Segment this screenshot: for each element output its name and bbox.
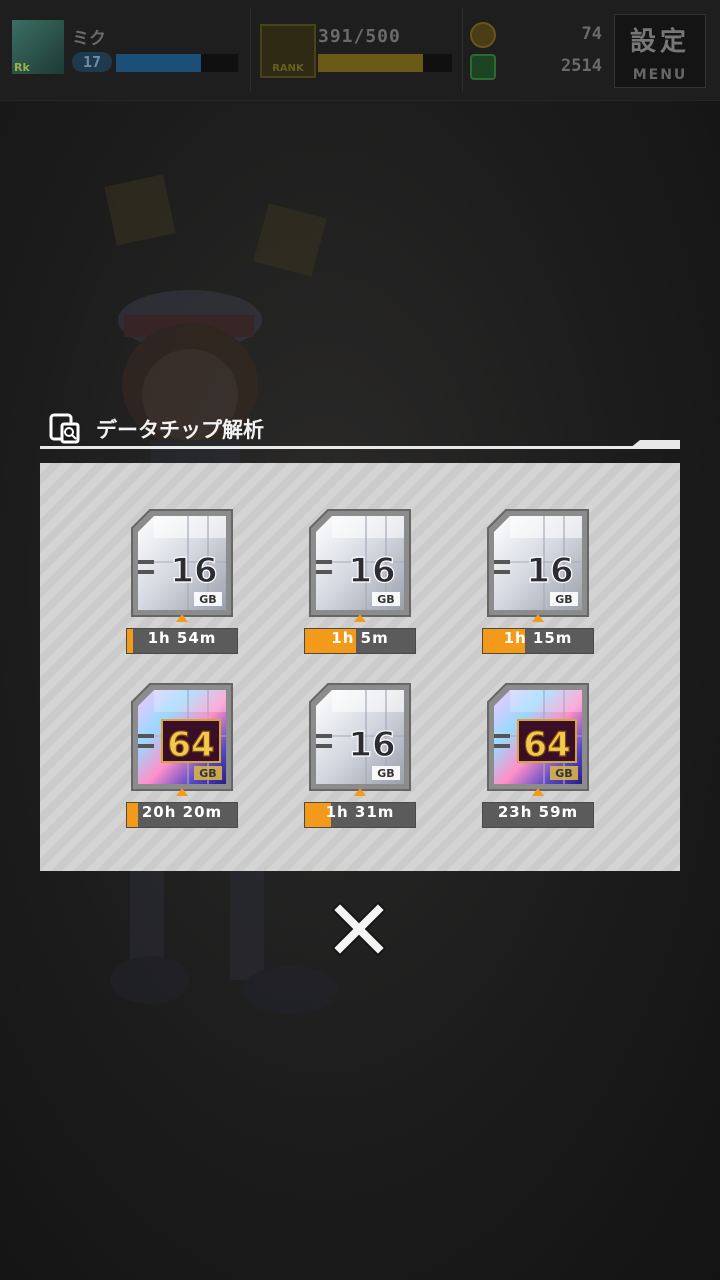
player-name: ミク [72,29,106,49]
chip-slot[interactable]: 16 GB 1h 5m [304,508,416,654]
svg-text:16: 16 [170,551,217,591]
timer-label: 1h 15m [503,629,573,647]
timer-bar: 1h 5m [304,628,416,654]
divider [250,8,251,92]
data-chip-16gb-icon: 16 GB [309,683,411,796]
timer-label: 1h 5m [331,629,389,647]
coin-count: 74 [581,24,602,44]
xp-bar-fill [116,54,202,72]
chip-slot[interactable]: 64 GB 20h 20m [126,682,238,828]
timer-bar: 1h 15m [482,628,594,654]
menu-kanji: 設定 [629,27,690,57]
dialog-title: データチップ解析 [96,418,264,442]
svg-text:GB: GB [377,767,394,780]
close-icon[interactable] [330,900,388,958]
avatar-tag: Rk [14,61,30,74]
coin-icon [470,22,496,48]
timer-label: 1h 54m [147,629,217,647]
data-chip-16gb-icon: 16 GB [131,509,233,622]
svg-text:64: 64 [523,725,570,765]
player-avatar[interactable]: Rk [12,20,64,74]
divider [462,8,463,92]
top-status-bar: Rk ミク 17 RANK 391/500 74 2514 設定 MENU [0,0,720,101]
timer-label: 1h 31m [325,803,395,821]
menu-label: MENU [632,67,688,83]
stamina-value: 391/500 [318,26,401,47]
timer-bar: 1h 31m [304,802,416,828]
stamina-bar-fill [318,54,423,72]
rank-icon: RANK [260,24,316,78]
svg-text:GB: GB [377,593,394,606]
xp-bar [116,54,238,72]
data-chip-64gb-icon: 64 GB [131,683,233,796]
timer-bar: 20h 20m [126,802,238,828]
chip-slot[interactable]: 16 GB 1h 15m [482,508,594,654]
gem-icon [470,54,496,80]
menu-button[interactable]: 設定 MENU [614,14,706,88]
svg-text:GB: GB [199,593,216,606]
chip-slot[interactable]: 16 GB 1h 54m [126,508,238,654]
chip-slot[interactable]: 16 GB 1h 31m [304,682,416,828]
svg-text:GB: GB [199,767,216,780]
chip-analysis-icon [49,413,80,444]
stamina-bar [318,54,452,72]
chip-panel: 16 GB 1h 54m 16 GB 1h 5m 16 GB 1h 15m 64… [40,463,680,871]
svg-text:16: 16 [348,725,395,765]
chip-slot[interactable]: 64 GB 23h 59m [482,682,594,828]
level-badge: 17 [72,52,112,72]
data-chip-16gb-icon: 16 GB [309,509,411,622]
svg-text:64: 64 [167,725,214,765]
svg-text:16: 16 [348,551,395,591]
svg-text:GB: GB [555,767,572,780]
svg-text:GB: GB [555,593,572,606]
data-chip-64gb-icon: 64 GB [487,683,589,796]
timer-bar: 1h 54m [126,628,238,654]
rank-label: RANK [272,63,304,74]
timer-label: 23h 59m [497,803,579,821]
timer-label: 20h 20m [141,803,223,821]
data-chip-16gb-icon: 16 GB [487,509,589,622]
title-underline [40,446,680,449]
gem-count: 2514 [561,56,602,76]
timer-bar: 23h 59m [482,802,594,828]
svg-text:16: 16 [526,551,573,591]
